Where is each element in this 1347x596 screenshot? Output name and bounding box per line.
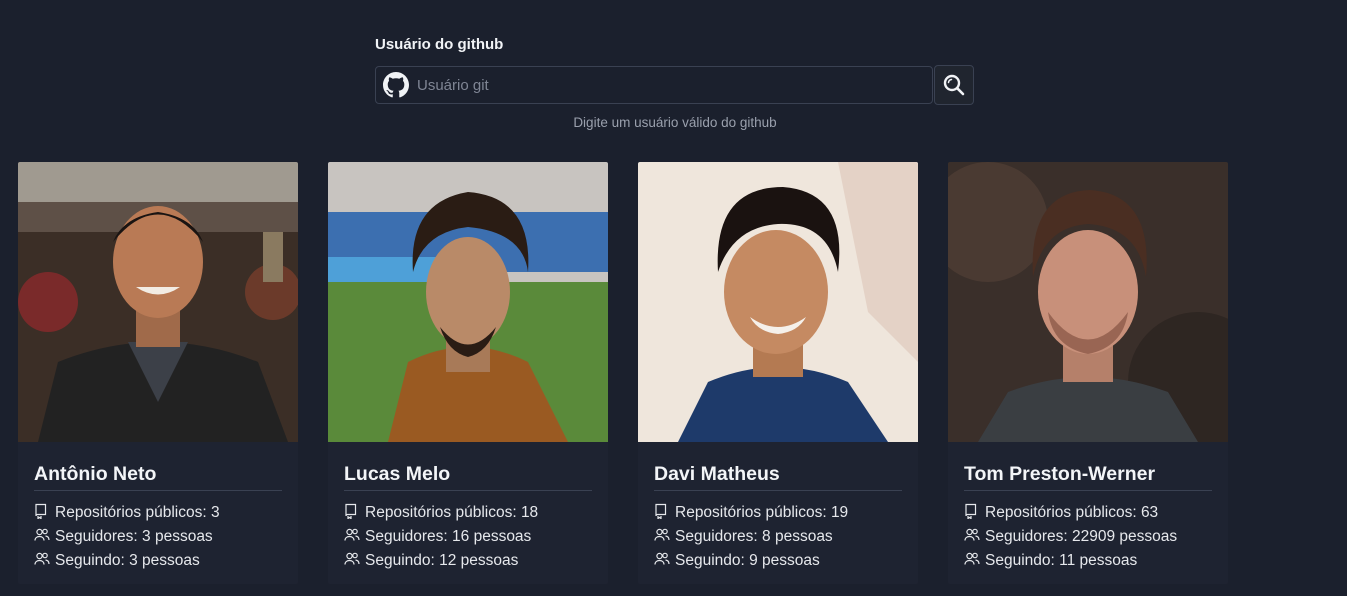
avatar [638,162,918,442]
search-icon [942,73,966,97]
followers-stat: Seguidores: 22909 pessoas [964,525,1212,549]
followers-text: Seguidores: 8 pessoas [675,528,833,545]
repos-text: Repositórios públicos: 3 [55,504,220,521]
avatar [948,162,1228,442]
following-text: Seguindo: 11 pessoas [985,552,1138,569]
repos-stat: Repositórios públicos: 3 [34,501,282,525]
following-stat: Seguindo: 3 pessoas [34,549,282,573]
repos-stat: Repositórios públicos: 63 [964,501,1212,525]
people-icon [344,551,360,567]
following-stat: Seguindo: 9 pessoas [654,549,902,573]
card-body: Antônio Neto Repositórios públicos: 3 Se… [18,442,298,573]
user-card: Tom Preston-Werner Repositórios públicos… [948,162,1228,584]
repo-icon [344,503,360,519]
search-button[interactable] [934,65,974,105]
followers-stat: Seguidores: 3 pessoas [34,525,282,549]
people-icon [34,551,50,567]
user-card: Antônio Neto Repositórios públicos: 3 Se… [18,162,298,584]
search-hint: Digite um usuário válido do github [573,115,777,130]
repo-icon [964,503,980,519]
following-text: Seguindo: 12 pessoas [365,552,519,569]
repo-icon [654,503,670,519]
followers-stat: Seguidores: 8 pessoas [654,525,902,549]
followers-text: Seguidores: 22909 pessoas [985,528,1178,545]
user-cards: Antônio Neto Repositórios públicos: 3 Se… [18,162,1228,584]
following-text: Seguindo: 3 pessoas [55,552,200,569]
user-name: Lucas Melo [344,462,592,491]
people-icon [964,527,980,543]
repos-text: Repositórios públicos: 63 [985,504,1159,521]
repos-stat: Repositórios públicos: 18 [344,501,592,525]
search-section: Usuário do github [375,36,975,105]
search-input[interactable] [415,69,932,101]
avatar [328,162,608,442]
following-text: Seguindo: 9 pessoas [675,552,820,569]
people-icon [964,551,980,567]
user-card: Davi Matheus Repositórios públicos: 19 S… [638,162,918,584]
following-stat: Seguindo: 12 pessoas [344,549,592,573]
people-icon [654,527,670,543]
user-name: Antônio Neto [34,462,282,491]
user-name: Davi Matheus [654,462,902,491]
github-icon [383,72,409,98]
card-body: Tom Preston-Werner Repositórios públicos… [948,442,1228,573]
user-name: Tom Preston-Werner [964,462,1212,491]
repos-text: Repositórios públicos: 19 [675,504,849,521]
search-row [375,65,975,105]
search-label: Usuário do github [375,36,504,53]
repos-text: Repositórios públicos: 18 [365,504,539,521]
followers-text: Seguidores: 3 pessoas [55,528,213,545]
people-icon [344,527,360,543]
followers-text: Seguidores: 16 pessoas [365,528,532,545]
people-icon [654,551,670,567]
card-body: Davi Matheus Repositórios públicos: 19 S… [638,442,918,573]
search-field[interactable] [375,66,933,104]
user-card: Lucas Melo Repositórios públicos: 18 Seg… [328,162,608,584]
followers-stat: Seguidores: 16 pessoas [344,525,592,549]
avatar [18,162,298,442]
following-stat: Seguindo: 11 pessoas [964,549,1212,573]
card-body: Lucas Melo Repositórios públicos: 18 Seg… [328,442,608,573]
repo-icon [34,503,50,519]
people-icon [34,527,50,543]
repos-stat: Repositórios públicos: 19 [654,501,902,525]
